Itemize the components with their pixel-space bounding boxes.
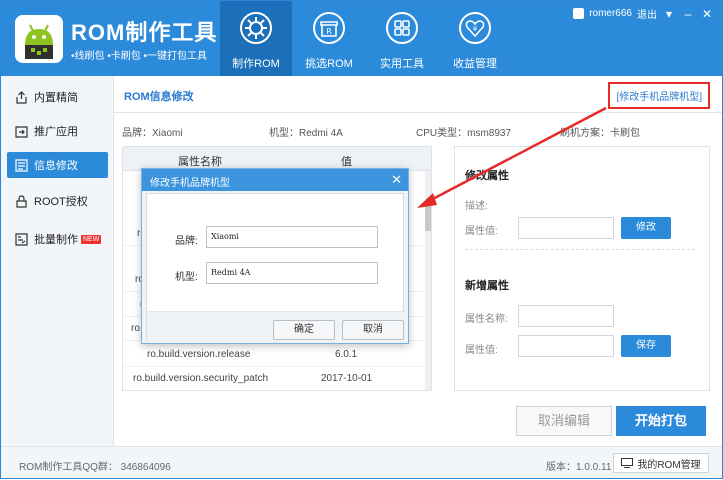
new-badge: NEW bbox=[81, 234, 102, 244]
tab-label: 实用工具 bbox=[380, 58, 424, 70]
start-pack-button[interactable]: 开始打包 bbox=[616, 406, 706, 436]
username: romer666 bbox=[589, 8, 632, 19]
monitor-icon bbox=[621, 458, 634, 468]
app-subtitle: •线刷包 •卡刷包 •一键打包工具 bbox=[71, 51, 208, 62]
scrollbar-thumb[interactable] bbox=[425, 201, 431, 231]
svg-text:¥: ¥ bbox=[473, 25, 478, 33]
brand-label: 品牌: bbox=[175, 236, 198, 247]
page-title: ROM信息修改 bbox=[124, 91, 194, 103]
prop-name-input[interactable] bbox=[518, 305, 614, 327]
gear-icon bbox=[240, 12, 272, 44]
sidebar-item-label: 批量制作 bbox=[34, 234, 78, 246]
lock-icon bbox=[16, 194, 27, 208]
table-row[interactable]: ro.build.version.release 6.0.1 bbox=[123, 343, 431, 367]
tab-make-rom[interactable]: 制作ROM bbox=[220, 1, 292, 76]
app-window: ROM制作工具 •线刷包 •卡刷包 •一键打包工具 制作ROM R 挑选ROM bbox=[0, 0, 723, 479]
info-cpu: CPU类型：msm8937 bbox=[416, 128, 512, 139]
header: ROM制作工具 •线刷包 •卡刷包 •一键打包工具 制作ROM R 挑选ROM bbox=[1, 1, 722, 76]
property-panel: 修改属性 描述: 属性值: 修改 新增属性 属性名称: 属性值: 保存 bbox=[454, 146, 710, 391]
dialog-close-icon[interactable]: ✕ bbox=[391, 172, 402, 188]
divider bbox=[114, 112, 722, 113]
cell-name: ro.build.version.security_patch bbox=[133, 373, 269, 384]
sidebar-item-label: 信息修改 bbox=[34, 160, 78, 172]
cancel-button[interactable]: 取消 bbox=[342, 320, 404, 340]
sidebar-item-label: 内置精简 bbox=[34, 92, 78, 104]
tab-pick-rom[interactable]: R 挑选ROM bbox=[293, 1, 365, 76]
sidebar-item-builtin[interactable]: 内置精简 bbox=[7, 84, 108, 110]
table-scrollbar[interactable] bbox=[425, 171, 431, 390]
add-value-input[interactable] bbox=[518, 335, 614, 357]
close-icon[interactable]: ✕ bbox=[700, 7, 714, 21]
modify-button[interactable]: 修改 bbox=[621, 217, 671, 239]
desc-label: 描述: bbox=[465, 201, 488, 212]
sidebar-item-label: 推广应用 bbox=[34, 126, 78, 138]
dialog-body: 品牌: Xiaomi 机型: Redmi 4A 确定 取消 bbox=[146, 193, 405, 341]
tab-label: 收益管理 bbox=[453, 58, 497, 70]
shop-icon: R bbox=[313, 12, 345, 44]
version-text: 版本：1.0.0.11 bbox=[546, 462, 612, 473]
cell-name: ro.build.version.release bbox=[147, 349, 251, 360]
user-area: romer666 退出 ▾ – ✕ bbox=[573, 6, 714, 21]
share-icon bbox=[15, 125, 28, 138]
sidebar-item-promote[interactable]: 推广应用 bbox=[7, 118, 108, 144]
sidebar-item-root[interactable]: ROOT授权 bbox=[7, 188, 108, 214]
model-label: 机型: bbox=[175, 272, 198, 283]
cancel-edit-button[interactable]: 取消编辑 bbox=[516, 406, 612, 436]
add-value-label: 属性值: bbox=[465, 345, 498, 356]
tab-label: 制作ROM bbox=[232, 58, 280, 70]
my-rom-label: 我的ROM管理 bbox=[637, 459, 701, 471]
prop-name-label: 属性名称: bbox=[465, 314, 508, 325]
tab-income[interactable]: ¥ 收益管理 bbox=[439, 1, 511, 76]
footer: ROM制作工具QQ群： 346864096 版本：1.0.0.11 我的ROM管… bbox=[1, 446, 722, 478]
edit-brand-dialog: 修改手机品牌机型 ✕ 品牌: Xiaomi 机型: Redmi 4A 确定 取消 bbox=[141, 168, 409, 344]
dropdown-icon[interactable]: ▾ bbox=[662, 7, 676, 21]
dialog-titlebar: 修改手机品牌机型 ✕ bbox=[142, 169, 408, 191]
batch-icon bbox=[15, 232, 28, 246]
column-header-value: 值 bbox=[341, 156, 352, 168]
model-input[interactable]: Redmi 4A bbox=[206, 262, 378, 284]
app-title: ROM制作工具 bbox=[71, 20, 218, 45]
cell-value: 6.0.1 bbox=[335, 349, 358, 360]
modify-value-input[interactable] bbox=[518, 217, 614, 239]
dialog-title: 修改手机品牌机型 bbox=[150, 178, 230, 189]
tab-label: 挑选ROM bbox=[305, 58, 353, 70]
grid-icon bbox=[386, 12, 418, 44]
ok-button[interactable]: 确定 bbox=[273, 320, 335, 340]
sidebar-item-batch[interactable]: 批量制作 NEW bbox=[7, 226, 108, 252]
my-rom-button[interactable]: 我的ROM管理 bbox=[613, 453, 709, 473]
info-model: 机型：Redmi 4A bbox=[269, 128, 343, 139]
list-icon bbox=[15, 158, 28, 172]
column-header-name: 属性名称 bbox=[178, 156, 222, 168]
edit-brand-model-link[interactable]: [修改手机品牌机型] bbox=[608, 82, 710, 109]
value-label: 属性值: bbox=[465, 226, 498, 237]
app-logo bbox=[15, 15, 63, 63]
modify-section-title: 修改属性 bbox=[465, 170, 509, 182]
user-icon bbox=[573, 8, 585, 19]
info-scheme: 刷机方案：卡刷包 bbox=[560, 128, 640, 139]
cell-value: 2017-10-01 bbox=[321, 373, 373, 384]
save-button[interactable]: 保存 bbox=[621, 335, 671, 357]
dialog-footer: 确定 取消 bbox=[147, 311, 405, 341]
info-brand: 品牌：Xiaomi bbox=[122, 128, 183, 139]
tab-tools[interactable]: 实用工具 bbox=[366, 1, 438, 76]
qq-group-text: ROM制作工具QQ群： 346864096 bbox=[19, 462, 171, 473]
svg-text:R: R bbox=[326, 27, 332, 36]
sidebar-item-label: ROOT授权 bbox=[34, 196, 88, 208]
logout-link[interactable]: 退出 bbox=[637, 6, 657, 21]
table-row[interactable]: ro.build.version.security_patch 2017-10-… bbox=[123, 367, 431, 390]
upload-icon bbox=[16, 90, 27, 104]
sidebar-item-info-edit[interactable]: 信息修改 bbox=[7, 152, 108, 178]
sidebar: 内置精简 推广应用 信息修改 ROOT授权 批量制作 NEW bbox=[1, 76, 114, 446]
heart-yen-icon: ¥ bbox=[459, 12, 491, 44]
divider bbox=[465, 249, 695, 250]
add-section-title: 新增属性 bbox=[465, 280, 509, 292]
brand-input[interactable]: Xiaomi bbox=[206, 226, 378, 248]
minimize-icon[interactable]: – bbox=[681, 7, 695, 21]
